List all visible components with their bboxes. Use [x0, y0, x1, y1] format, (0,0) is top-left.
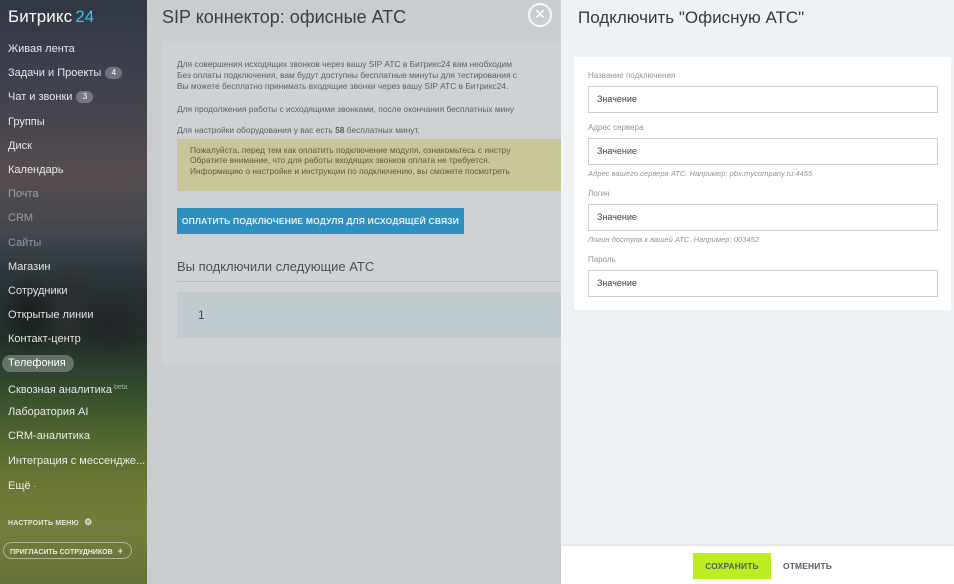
left-sidebar: Битрикс 24 Живая лента Задачи и Проекты 4 …	[0, 0, 147, 584]
connector-info-card: Для совершения исходящих звонков через в…	[162, 41, 582, 364]
sidebar-item-feed[interactable]: Живая лента	[8, 41, 75, 57]
warning-line: Пожалуйста, перед тем как оплатить подкл…	[190, 145, 511, 155]
beta-badge: beta	[113, 384, 128, 391]
sidebar-item-shop[interactable]: Магазин	[8, 259, 50, 275]
sidebar-item-more[interactable]: Ещё ·	[8, 478, 36, 494]
login-input[interactable]: Значение	[588, 204, 938, 231]
sidebar-item-crm[interactable]: CRM	[8, 210, 33, 226]
chat-counter-badge: 3	[76, 91, 94, 103]
logo-text: Битрикс	[8, 7, 73, 26]
sidebar-item-sites[interactable]: Сайты	[8, 235, 41, 251]
bitrix24-logo[interactable]: Битрикс 24	[8, 7, 94, 27]
slider-title: Подключить "Офисную АТС"	[578, 8, 805, 27]
continue-text: Для продолжения работы с исходящими звон…	[177, 104, 515, 114]
sidebar-item-tasks[interactable]: Задачи и Проекты 4	[8, 65, 123, 81]
password-label: Пароль	[588, 255, 616, 264]
free-minutes-value: 58	[335, 125, 345, 135]
connected-pbx-row[interactable]: 1	[177, 292, 582, 338]
sidebar-item-contact-center[interactable]: Контакт-центр	[8, 331, 81, 347]
server-address-label: Адрес сервера	[588, 123, 644, 132]
password-input[interactable]: Значение	[588, 270, 938, 297]
sidebar-item-disk[interactable]: Диск	[8, 138, 32, 154]
login-hint: Логин доступа к вашей АТС. Например: 003…	[588, 235, 760, 244]
sidebar-item-open-lines[interactable]: Открытые линии	[8, 307, 93, 323]
sidebar-item-calendar[interactable]: Календарь	[8, 162, 64, 178]
sidebar-item-ai-lab[interactable]: Лаборатория AI	[8, 404, 88, 420]
connection-name-label: Название подключения	[588, 71, 676, 80]
connected-pbx-title: Вы подключили следующие АТС	[177, 259, 375, 274]
divider	[177, 281, 582, 282]
close-slider-button[interactable]: ✕	[528, 3, 552, 27]
free-minutes-text: Для настройки оборудования у вас есть 58…	[177, 125, 420, 135]
invite-employees-button[interactable]: ПРИГЛАСИТЬ СОТРУДНИКОВ +	[3, 542, 132, 559]
login-label: Логин	[588, 189, 610, 198]
sidebar-item-telephony[interactable]: Телефония	[2, 355, 74, 372]
chevron-down-icon: ·	[33, 482, 37, 491]
slider-footer: СОХРАНИТЬ ОТМЕНИТЬ	[561, 546, 954, 584]
sidebar-item-messengers[interactable]: Интеграция с мессендже...	[8, 453, 145, 469]
intro-text-line: Без оплаты подключения, вам будут доступ…	[177, 70, 517, 80]
tasks-counter-badge: 4	[105, 67, 123, 79]
connect-pbx-slider: Подключить "Офисную АТС" Название подклю…	[561, 0, 954, 584]
save-button[interactable]: СОХРАНИТЬ	[693, 553, 771, 579]
warning-box: Пожалуйста, перед тем как оплатить подкл…	[177, 139, 582, 191]
sidebar-item-analytics[interactable]: Сквозная аналитика beta	[8, 380, 128, 396]
close-icon: ✕	[534, 6, 546, 22]
warning-line: Обратите внимание, что для работы входящ…	[190, 155, 490, 166]
intro-text-line: Для совершения исходящих звонков через в…	[177, 59, 512, 69]
connection-name-input[interactable]: Значение	[588, 86, 938, 113]
pay-module-button[interactable]: ОПЛАТИТЬ ПОДКЛЮЧЕНИЕ МОДУЛЯ ДЛЯ ИСХОДЯЩЕ…	[177, 208, 464, 234]
page-title: SIP коннектор: офисные АТС	[162, 7, 407, 27]
warning-line: Информацию о настройке и инструкции по п…	[190, 165, 510, 176]
sidebar-item-mail[interactable]: Почта	[8, 186, 39, 202]
sidebar-item-groups[interactable]: Группы	[8, 114, 45, 130]
server-address-hint: Адрес вашего сервера АТС. Например: pbx.…	[588, 169, 813, 178]
connection-form: Название подключения Значение Адрес серв…	[574, 57, 951, 310]
sidebar-item-employees[interactable]: Сотрудники	[8, 283, 68, 299]
server-address-input[interactable]: Значение	[588, 138, 938, 165]
logo-number: 24	[75, 7, 95, 26]
plus-icon: +	[117, 546, 123, 556]
gear-icon: ⚙	[84, 517, 93, 527]
configure-menu-link[interactable]: НАСТРОИТЬ МЕНЮ ⚙	[8, 517, 92, 528]
sidebar-item-chat[interactable]: Чат и звонки 3	[8, 89, 94, 105]
cancel-button[interactable]: ОТМЕНИТЬ	[783, 553, 832, 579]
sidebar-item-crm-analytics[interactable]: CRM-аналитика	[8, 428, 90, 444]
intro-text-line: Вы можете бесплатно принимать входящие з…	[177, 81, 509, 91]
